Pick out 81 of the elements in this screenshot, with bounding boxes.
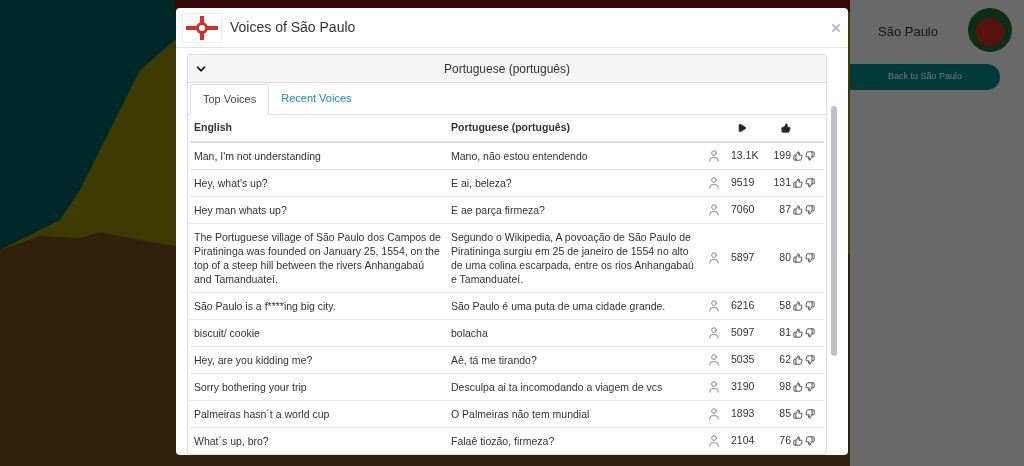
play-count: 6216 [727, 293, 771, 320]
thumbs-down-icon[interactable] [805, 382, 815, 392]
person-icon[interactable] [707, 380, 721, 394]
table-cell: E ai, beleza? [447, 170, 701, 197]
person-icon[interactable] [707, 149, 721, 163]
like-count: 76 [778, 433, 791, 449]
person-icon[interactable] [707, 251, 721, 265]
thumbs-down-icon[interactable] [805, 355, 815, 365]
table-cell: Aê, tá me tirando? [447, 347, 701, 374]
table-cell: bolacha [447, 320, 701, 347]
thumbs-down-icon[interactable] [805, 253, 815, 263]
table-cell: São Paulo is a f****ing big city. [190, 293, 447, 320]
play-icon [737, 123, 747, 133]
thumbs-down-icon[interactable] [805, 178, 815, 188]
flag-icon [182, 12, 222, 43]
tab[interactable]: Recent Voices [269, 83, 364, 114]
thumbs-down-icon[interactable] [805, 205, 815, 215]
table-cell: E ae parça firmeza? [447, 197, 701, 224]
dialog-title: Voices of São Paulo [230, 18, 356, 37]
table-cell: Man, I'm not understanding [190, 143, 447, 170]
thumbs-up-icon[interactable] [793, 409, 803, 419]
play-count: 5897 [727, 224, 771, 293]
table-cell: Hey, are you kidding me? [190, 347, 447, 374]
thumbs-up-icon[interactable] [793, 436, 803, 446]
like-count: 62 [778, 352, 791, 368]
table-cell: Segundo o Wikipedia, A povoação de São Paulo de Piratininga surgiu em 25 de janeiro de 1554 no alto de uma colina escarpada, entre os rios Anhangabaú e Tamanduateí. [447, 224, 701, 293]
play-count: 9519 [727, 170, 771, 197]
thumbs-up-icon[interactable] [793, 151, 803, 161]
city-name: São Paulo [878, 23, 938, 41]
thumbs-up-icon[interactable] [793, 205, 803, 215]
like-count: 85 [778, 406, 791, 422]
play-count: 7060 [727, 197, 771, 224]
table-cell: Mano, não estou entendendo [447, 143, 701, 170]
table-cell: What´s up, bro? [190, 428, 447, 454]
thumbs-down-icon[interactable] [805, 436, 815, 446]
thumbs-up-icon[interactable] [793, 328, 803, 338]
person-icon[interactable] [707, 353, 721, 367]
play-count: 5035 [727, 347, 771, 374]
column-header: English [190, 115, 447, 143]
play-count: 2104 [727, 428, 771, 454]
thumbs-up-icon[interactable] [793, 253, 803, 263]
thumbs-down-icon[interactable] [805, 301, 815, 311]
play-count: 13.1K [727, 143, 771, 170]
person-icon[interactable] [707, 407, 721, 421]
table-cell: biscuit/ cookie [190, 320, 447, 347]
table-cell: Palmeiras hasn´t a world cup [190, 401, 447, 428]
table-cell: Falaê tiozão, firmeza? [447, 428, 701, 454]
person-icon[interactable] [707, 299, 721, 313]
play-count: 1893 [727, 401, 771, 428]
column-header: Portuguese (português) [447, 115, 701, 143]
table-cell: Sorry bothering your trip [190, 374, 447, 401]
like-count: 87 [778, 202, 791, 218]
like-count: 58 [778, 298, 791, 314]
thumbs-down-icon[interactable] [805, 151, 815, 161]
person-icon[interactable] [707, 176, 721, 190]
scrollbar[interactable] [831, 106, 837, 356]
thumbs-up-icon[interactable] [793, 382, 803, 392]
person-icon[interactable] [707, 203, 721, 217]
table-cell: São Paulo é uma puta de uma cidade grande. [447, 293, 701, 320]
table-cell: The Portuguese village of São Paulo dos Campos de Piratininga was founded on January 25, 1554, on the top of a steep hill between the rivers Anhangabaú and Tamanduateí. [190, 224, 447, 293]
thumbs-down-icon[interactable] [805, 409, 815, 419]
tab[interactable]: Top Voices [190, 84, 270, 115]
table-cell: O Palmeiras não tem mundial [447, 401, 701, 428]
table-cell: Hey man whats up? [190, 197, 447, 224]
thumbs-up-icon[interactable] [793, 178, 803, 188]
thumbs-down-icon[interactable] [805, 328, 815, 338]
thumbs-up-icon[interactable] [793, 301, 803, 311]
thumbs-up-icon [781, 123, 791, 133]
play-count: 3190 [727, 374, 771, 401]
like-count: 80 [778, 250, 791, 266]
like-count: 98 [778, 379, 791, 395]
like-count: 199 [772, 148, 791, 164]
like-count: 81 [778, 325, 791, 341]
table-cell: Hey, what's up? [190, 170, 447, 197]
thumbs-up-icon[interactable] [793, 355, 803, 365]
language-header[interactable]: Portuguese (português) [188, 55, 826, 83]
person-icon[interactable] [707, 326, 721, 340]
table-cell: Desculpa ai ta incomodando a viagem de vcs [447, 374, 701, 401]
person-icon[interactable] [707, 434, 721, 448]
like-count: 131 [772, 175, 791, 191]
play-count: 5097 [727, 320, 771, 347]
